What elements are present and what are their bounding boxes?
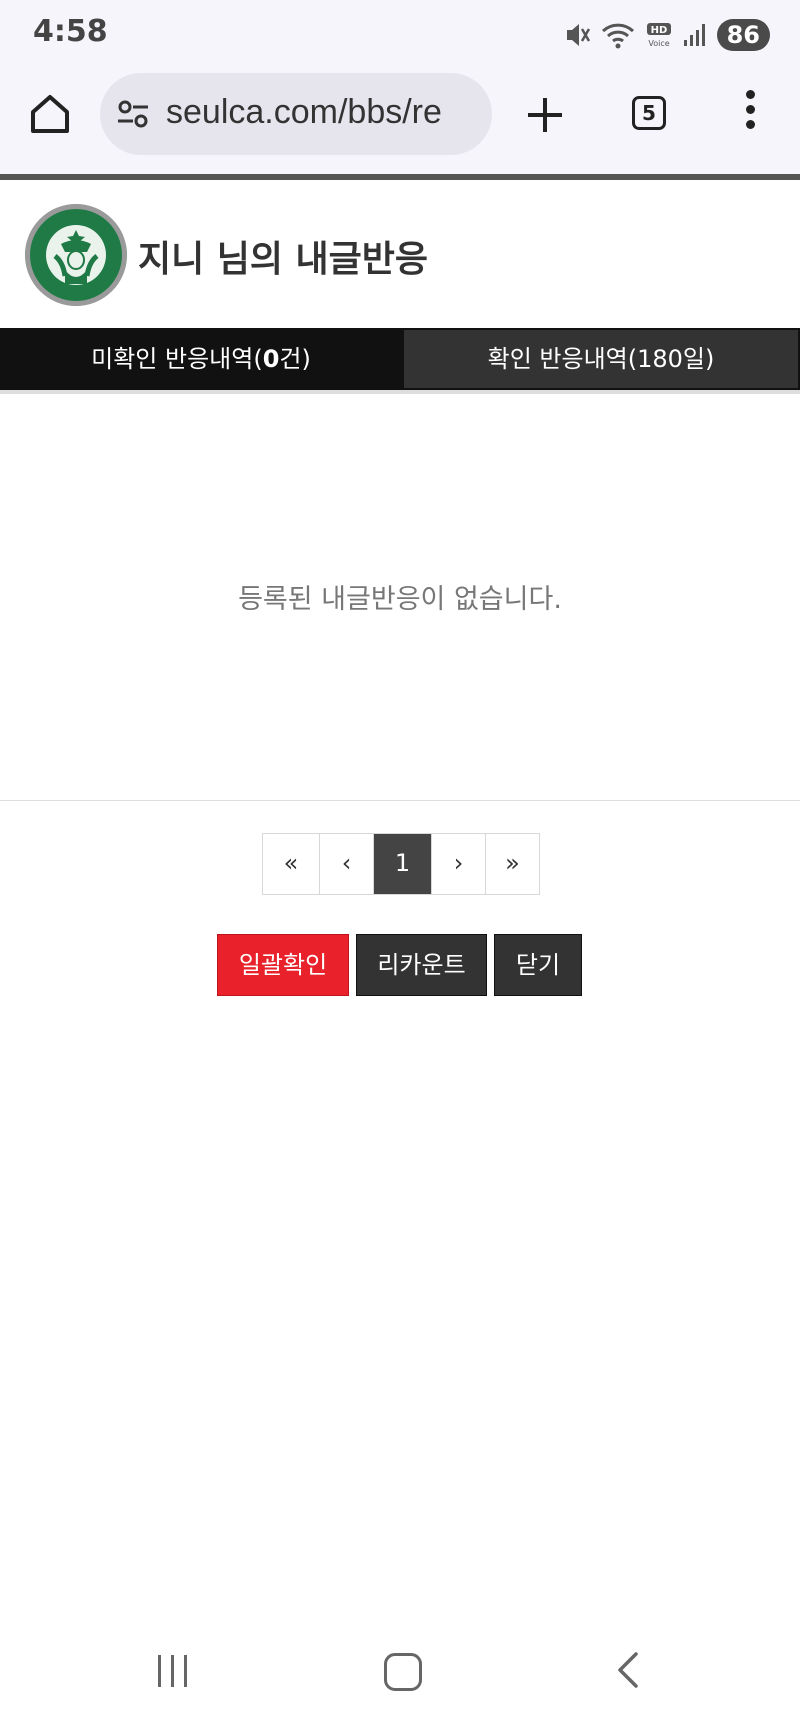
mute-icon bbox=[566, 24, 590, 46]
prev-page-button[interactable]: ‹ bbox=[319, 834, 373, 894]
hd-voice-icon: HD Voice bbox=[646, 23, 671, 48]
next-page-button[interactable]: › bbox=[431, 834, 485, 894]
first-page-button[interactable]: « bbox=[263, 834, 319, 894]
starbucks-logo bbox=[25, 204, 127, 306]
last-page-button[interactable]: » bbox=[485, 834, 539, 894]
confirm-all-button[interactable]: 일괄확인 bbox=[217, 934, 349, 996]
avatar bbox=[25, 204, 127, 306]
url-text[interactable]: seulca.com/bbs/re bbox=[166, 93, 476, 132]
reaction-list: 등록된 내글반응이 없습니다. bbox=[0, 394, 800, 801]
new-tab-icon[interactable] bbox=[524, 94, 566, 136]
system-nav-bar bbox=[0, 1620, 800, 1716]
recents-icon[interactable] bbox=[158, 1655, 198, 1689]
menu-icon[interactable] bbox=[740, 90, 760, 140]
wifi-icon bbox=[601, 23, 634, 49]
back-icon[interactable] bbox=[612, 1650, 642, 1690]
pagination: « ‹ 1 › » bbox=[262, 833, 540, 895]
action-buttons: 일괄확인 리카운트 닫기 bbox=[217, 934, 582, 998]
recount-button[interactable]: 리카운트 bbox=[356, 934, 487, 996]
tab-switcher-button[interactable]: 5 bbox=[632, 96, 666, 130]
tab-read-reactions[interactable]: 확인 반응내역(180일) bbox=[402, 328, 800, 390]
tab-unread-reactions[interactable]: 미확인 반응내역(0건) bbox=[0, 328, 402, 390]
tab-unread-suffix: 건) bbox=[279, 345, 311, 373]
empty-message: 등록된 내글반응이 없습니다. bbox=[238, 584, 562, 615]
home-icon[interactable] bbox=[28, 92, 72, 136]
status-time: 4:58 bbox=[33, 14, 108, 49]
svg-text:HD: HD bbox=[650, 25, 667, 36]
address-bar[interactable]: seulca.com/bbs/re bbox=[100, 73, 492, 155]
signal-icon bbox=[683, 24, 705, 46]
page-header: 지니 님의 내글반응 bbox=[0, 180, 800, 328]
reaction-tabs: 미확인 반응내역(0건) 확인 반응내역(180일) bbox=[0, 328, 800, 394]
status-bar: 4:58 HD Voice 86 bbox=[0, 0, 800, 70]
battery-indicator: 86 bbox=[716, 19, 770, 51]
home-button-icon[interactable] bbox=[384, 1653, 422, 1691]
tab-unread-prefix: 미확인 반응내역( bbox=[91, 345, 263, 373]
browser-toolbar: seulca.com/bbs/re 5 bbox=[0, 70, 800, 174]
close-button[interactable]: 닫기 bbox=[494, 934, 582, 996]
page-title: 지니 님의 내글반응 bbox=[138, 239, 429, 280]
current-page-button[interactable]: 1 bbox=[373, 834, 431, 894]
svg-text:Voice: Voice bbox=[648, 39, 669, 48]
status-icons: HD Voice 86 bbox=[565, 17, 770, 53]
site-settings-icon[interactable] bbox=[116, 97, 150, 131]
tab-unread-count: 0 bbox=[262, 345, 280, 373]
